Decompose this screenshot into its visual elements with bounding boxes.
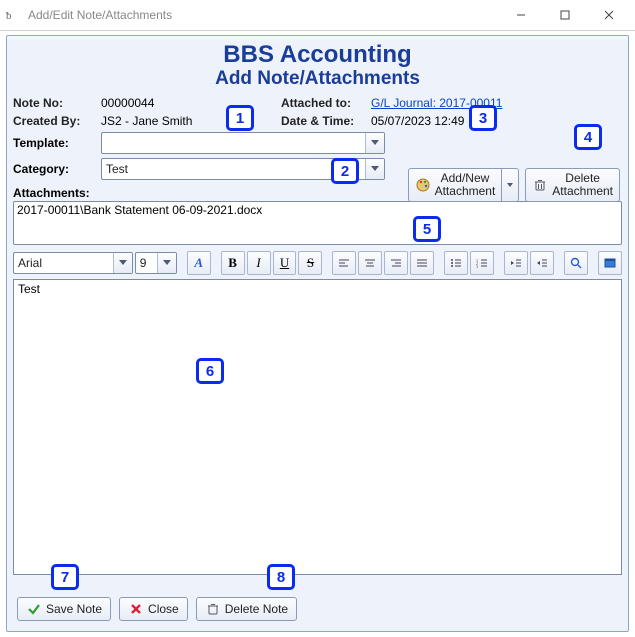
chevron-down-icon[interactable] (365, 159, 384, 179)
close-button[interactable]: Close (119, 597, 188, 621)
main-panel: BBS Accounting Add Note/Attachments Note… (6, 35, 629, 632)
created-by-label: Created By: (13, 114, 101, 128)
template-label: Template: (13, 136, 101, 150)
add-attachment-button[interactable]: Add/New Attachment (408, 168, 503, 202)
badge-7: 7 (51, 564, 79, 590)
save-note-label: Save Note (46, 602, 102, 616)
add-attachment-split-button[interactable]: Add/New Attachment (408, 168, 520, 202)
attachment-item[interactable]: 2017-00011\Bank Statement 06-09-2021.doc… (17, 203, 618, 217)
minimize-button[interactable] (499, 1, 543, 29)
save-note-button[interactable]: Save Note (17, 597, 111, 621)
add-attachment-label-1: Add/New (441, 171, 490, 185)
app-icon: ᵬ (6, 7, 22, 23)
align-justify-button[interactable] (410, 251, 434, 275)
template-combo[interactable] (101, 132, 385, 154)
underline-button[interactable]: U (273, 251, 297, 275)
svg-text:3: 3 (476, 264, 478, 268)
badge-4: 4 (574, 124, 602, 150)
delete-note-label: Delete Note (225, 602, 288, 616)
badge-2: 2 (331, 158, 359, 184)
palette-icon (415, 177, 431, 193)
editor-content: Test (18, 282, 40, 296)
maximize-button[interactable] (543, 1, 587, 29)
trash-icon (532, 177, 548, 193)
title-bar: ᵬ Add/Edit Note/Attachments (0, 0, 635, 31)
zoom-button[interactable] (564, 251, 588, 275)
badge-1: 1 (226, 105, 254, 131)
align-center-button[interactable] (358, 251, 382, 275)
badge-8: 8 (267, 564, 295, 590)
chevron-down-icon[interactable] (157, 253, 176, 273)
check-icon (26, 601, 42, 617)
app-heading: BBS Accounting (13, 42, 622, 68)
align-right-button[interactable] (384, 251, 408, 275)
font-family-combo[interactable]: Arial (13, 252, 133, 274)
note-no-label: Note No: (13, 96, 101, 110)
badge-3: 3 (469, 105, 497, 131)
font-size-combo[interactable]: 9 (135, 252, 177, 274)
delete-icon (205, 601, 221, 617)
badge-6: 6 (196, 358, 224, 384)
chevron-down-icon[interactable] (365, 133, 384, 153)
align-left-button[interactable] (332, 251, 356, 275)
italic-button[interactable]: I (247, 251, 271, 275)
font-family-value: Arial (14, 256, 113, 270)
page-heading: Add Note/Attachments (13, 68, 622, 90)
delete-note-button[interactable]: Delete Note (196, 597, 297, 621)
font-size-value: 9 (136, 256, 157, 270)
datetime-label: Date & Time: (281, 114, 371, 128)
category-label: Category: (13, 162, 101, 176)
indent-button[interactable] (530, 251, 554, 275)
fullscreen-button[interactable] (598, 251, 622, 275)
x-icon (128, 601, 144, 617)
category-value: Test (102, 162, 365, 176)
close-window-button[interactable] (587, 1, 631, 29)
delete-attachment-button[interactable]: Delete Attachment (525, 168, 620, 202)
created-by-value: JS2 - Jane Smith (101, 114, 281, 128)
datetime-value: 05/07/2023 12:49 (371, 114, 531, 128)
attached-to-label: Attached to: (281, 96, 371, 110)
note-no-value: 00000044 (101, 96, 281, 110)
strike-button[interactable]: S (298, 251, 322, 275)
chevron-down-icon[interactable] (113, 253, 132, 273)
bold-button[interactable]: B (221, 251, 245, 275)
delete-attachment-label-2: Attachment (552, 184, 613, 198)
note-editor[interactable]: Test (13, 279, 622, 575)
add-attachment-label-2: Attachment (435, 184, 496, 198)
numbering-button[interactable]: 123 (470, 251, 494, 275)
outdent-button[interactable] (504, 251, 528, 275)
svg-text:ᵬ: ᵬ (6, 10, 12, 22)
editor-toolbar: Arial 9 A B I U S 123 (13, 251, 622, 275)
close-label: Close (148, 602, 179, 616)
delete-attachment-label-1: Delete (565, 171, 600, 185)
window-title: Add/Edit Note/Attachments (28, 8, 172, 22)
add-attachment-dropdown[interactable] (502, 168, 519, 202)
badge-5: 5 (413, 216, 441, 242)
bullets-button[interactable] (444, 251, 468, 275)
font-style-button[interactable]: A (187, 251, 211, 275)
attachments-list[interactable]: 2017-00011\Bank Statement 06-09-2021.doc… (13, 201, 622, 245)
